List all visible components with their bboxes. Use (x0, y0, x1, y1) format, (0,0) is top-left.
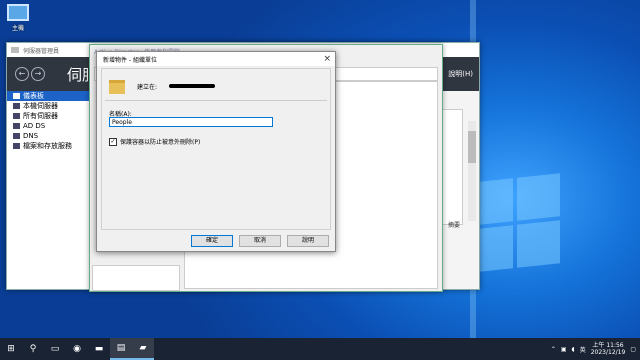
taskbar-edge[interactable]: ◉ (66, 338, 88, 360)
sidebar-item-file-storage[interactable]: 檔案和存放服務 (7, 141, 89, 151)
tray-chevron-up-icon[interactable]: ⌃ (551, 346, 556, 353)
protect-checkbox-label: 保護容器以防止被意外刪除(P) (120, 139, 201, 146)
taskbar-aduc[interactable]: ▰ (132, 338, 154, 360)
clock[interactable]: 上午 11:56 2023/12/19 (591, 342, 626, 356)
dialog-title: 新增物件 - 組織單位 (103, 56, 157, 64)
edge-icon: ◉ (73, 344, 81, 354)
app-icon (11, 47, 19, 53)
servers-icon (13, 113, 20, 119)
scrollbar[interactable] (468, 121, 476, 221)
sidebar: 儀表板 本機伺服器 所有伺服器 AD DS DNS 檔案和存放服務 (7, 91, 89, 289)
server-manager-icon: ▤ (116, 343, 126, 353)
back-button[interactable]: ← (15, 67, 29, 81)
redacted-path (169, 84, 215, 88)
aduc-tree-pane (92, 265, 180, 291)
scrollbar-thumb[interactable] (468, 131, 476, 163)
forward-button[interactable]: → (31, 67, 45, 81)
taskbar-server-manager[interactable]: ▤ (110, 338, 132, 360)
notification-icon[interactable]: ▢ (630, 346, 636, 353)
ok-button[interactable]: 確定 (191, 235, 233, 247)
sidebar-item-local-server[interactable]: 本機伺服器 (7, 101, 89, 111)
start-button[interactable]: ⊞ (0, 338, 22, 360)
taskbar-explorer[interactable]: ▬ (88, 338, 110, 360)
clock-time: 上午 11:56 (592, 342, 624, 349)
volume-icon[interactable]: ◖ (572, 346, 575, 353)
ad-icon (13, 123, 20, 129)
task-view-icon: ▭ (50, 344, 60, 354)
summary-text-fragment: 摘要 (447, 222, 460, 229)
task-view-button[interactable]: ▭ (44, 338, 66, 360)
folder-icon: ▬ (94, 344, 104, 354)
search-icon: ⚲ (29, 344, 37, 354)
ime-indicator[interactable]: 英 (580, 345, 586, 354)
search-button[interactable]: ⚲ (22, 338, 44, 360)
protect-checkbox[interactable]: ✓ 保護容器以防止被意外刪除(P) (109, 137, 200, 146)
name-input[interactable]: People (109, 117, 273, 127)
dashboard-icon (13, 93, 20, 99)
dialog-titlebar: 新增物件 - 組織單位 (97, 52, 335, 66)
storage-icon (13, 143, 20, 149)
desktop-icon-label: 主機 (11, 25, 24, 32)
help-button[interactable]: 說明 (287, 235, 329, 247)
divider (105, 100, 327, 101)
server-manager-title: 伺服器管理員 (23, 47, 60, 55)
windows-start-icon: ⊞ (7, 344, 15, 354)
system-tray: ⌃ ▣ ◖ 英 上午 11:56 2023/12/19 ▢ (551, 338, 636, 360)
created-in-label: 建立在: (137, 84, 158, 91)
dns-icon (13, 133, 20, 139)
close-button[interactable]: × (323, 54, 331, 64)
checkbox-check-icon[interactable]: ✓ (109, 137, 117, 146)
menu-help[interactable]: 說明(H) (448, 69, 473, 79)
computer-icon (7, 4, 29, 21)
sidebar-item-dns[interactable]: DNS (7, 131, 89, 141)
new-ou-dialog: 新增物件 - 組織單位 × 建立在: 名稱(A): People ✓ 保護容器以… (96, 51, 336, 252)
taskbar: ⊞ ⚲ ▭ ◉ ▬ ▤ ▰ ⌃ ▣ ◖ 英 上午 11:56 2023/12/1… (0, 338, 640, 360)
aduc-icon: ▰ (139, 343, 147, 353)
windows-logo-wallpaper (470, 173, 560, 273)
sidebar-item-dashboard[interactable]: 儀表板 (7, 91, 89, 101)
folder-icon (109, 80, 125, 94)
clock-date: 2023/12/19 (590, 349, 626, 356)
sidebar-item-all-servers[interactable]: 所有伺服器 (7, 111, 89, 121)
server-icon (13, 103, 20, 109)
network-icon[interactable]: ▣ (561, 346, 567, 353)
sidebar-item-ad-ds[interactable]: AD DS (7, 121, 89, 131)
dialog-body (101, 68, 331, 230)
desktop-icon-computer[interactable]: 主機 (5, 2, 31, 32)
cancel-button[interactable]: 取消 (239, 235, 281, 247)
